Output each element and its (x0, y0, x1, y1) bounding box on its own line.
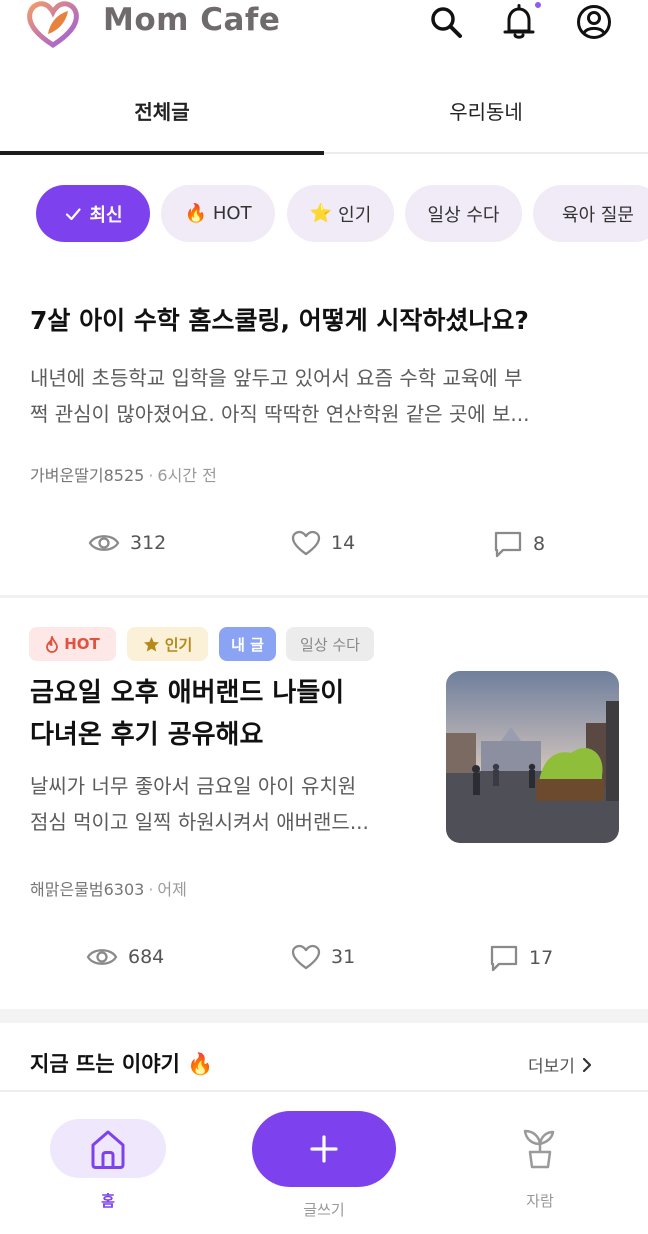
more-link-label: 더보기 (528, 1057, 575, 1077)
bottom-navigation: 홈 글쓰기 자람 (0, 1090, 648, 1234)
comment-button[interactable]: 8 (493, 530, 545, 558)
category-tag: 일상 수다 (286, 627, 374, 661)
chip-latest[interactable]: 최신 (36, 185, 150, 242)
tab-neighborhood[interactable]: 우리동네 (324, 96, 648, 125)
sprout-icon[interactable] (521, 1128, 559, 1170)
post-title: 7살 아이 수학 홈스쿨링, 어떻게 시작하셨나요? (30, 306, 529, 335)
chip-label: 인기 (338, 204, 372, 226)
chip-label: HOT (212, 203, 252, 224)
chip-popular[interactable]: ⭐ 인기 (287, 185, 394, 242)
plus-icon (310, 1135, 338, 1163)
check-icon (66, 207, 82, 220)
post-author: 가벼운딸기8525 (30, 466, 145, 485)
chevron-right-icon (582, 1057, 592, 1072)
comment-count: 17 (529, 947, 554, 969)
trending-section-title: 지금 뜨는 이야기 🔥 (30, 1052, 214, 1076)
fire-icon: 🔥 (184, 203, 207, 224)
post-title-line: 금요일 오후 애버랜드 나들이 (30, 678, 345, 708)
post-title-line: 다녀온 후기 공유해요 (30, 720, 264, 750)
tab-all-posts[interactable]: 전체글 (0, 96, 324, 125)
more-link[interactable]: 더보기 (528, 1052, 593, 1077)
chip-label: 최신 (89, 204, 123, 226)
comment-icon (490, 945, 518, 972)
post-excerpt-line: 쩍 관심이 많아졌어요. 아직 딱딱한 연산학원 같은 곳에 보... (30, 402, 530, 426)
notification-dot (533, 0, 543, 10)
post-excerpt-line: 내년에 초등학교 입학을 앞두고 있어서 요즘 수학 교육에 부 (30, 366, 523, 390)
chip-label: 일상 수다 (427, 204, 500, 226)
tag-label: 인기 (164, 635, 193, 654)
search-icon[interactable] (428, 4, 464, 40)
flame-icon (46, 635, 59, 653)
tag-label: 일상 수다 (300, 635, 360, 654)
like-count: 31 (331, 946, 356, 968)
filter-chips: 최신 🔥 HOT ⭐ 인기 일상 수다 육아 질문 (0, 185, 648, 243)
chip-daily-chat[interactable]: 일상 수다 (405, 185, 522, 242)
heart-icon (291, 530, 321, 556)
feed-tabs: 전체글 우리동네 (0, 62, 648, 157)
post-excerpt-line: 날씨가 너무 좋아서 금요일 아이 유치원 (30, 774, 357, 798)
my-post-tag: 내 글 (219, 627, 276, 661)
popular-tag: 인기 (127, 627, 208, 661)
home-icon (91, 1130, 125, 1169)
chip-label: 육아 질문 (562, 204, 634, 226)
post-thumbnail[interactable] (446, 671, 619, 843)
eye-icon (86, 949, 118, 965)
view-count: 312 (88, 530, 166, 556)
post-time: 어제 (157, 880, 187, 899)
post-excerpt-line: 점심 먹이고 일찍 하원시켜서 애버랜드... (30, 810, 369, 834)
comment-button[interactable]: 17 (489, 944, 553, 972)
like-button[interactable]: 14 (291, 530, 355, 556)
eye-icon (88, 535, 120, 551)
star-icon (143, 636, 159, 651)
nav-grow-label: 자람 (526, 1192, 554, 1210)
hot-tag: HOT (29, 627, 116, 661)
write-post-button[interactable] (252, 1111, 396, 1187)
app-header: Mom Cafe (0, 0, 648, 62)
nav-write-label: 글쓰기 (303, 1201, 345, 1219)
view-count-value: 684 (128, 946, 165, 968)
nav-home-button[interactable] (50, 1119, 166, 1178)
heart-leaf-logo-icon (27, 1, 79, 48)
post-meta: 가벼운딸기8525 · 6시간 전 (30, 466, 217, 485)
heart-icon (291, 944, 321, 970)
profile-icon[interactable] (576, 4, 612, 40)
chip-parenting-question[interactable]: 육아 질문 (533, 185, 648, 242)
tag-label: HOT (64, 635, 100, 653)
like-count: 14 (331, 532, 356, 554)
view-count: 684 (86, 944, 164, 970)
post-time: 6시간 전 (157, 466, 217, 485)
tag-label: 내 글 (231, 635, 264, 654)
post-meta: 해맑은물범6303 · 어제 (30, 880, 187, 899)
app-title: Mom Cafe (103, 2, 281, 38)
post-author: 해맑은물범6303 (30, 880, 145, 899)
view-count-value: 312 (130, 532, 167, 554)
comment-count: 8 (533, 533, 546, 555)
like-button[interactable]: 31 (291, 944, 355, 970)
section-divider (0, 1009, 648, 1023)
chip-hot[interactable]: 🔥 HOT (161, 185, 275, 242)
tab-active-indicator (0, 151, 324, 155)
star-icon: ⭐ (309, 203, 333, 224)
bell-icon[interactable] (501, 4, 537, 40)
post-divider (0, 595, 648, 598)
nav-home-label: 홈 (101, 1192, 115, 1210)
comment-icon (494, 531, 522, 558)
